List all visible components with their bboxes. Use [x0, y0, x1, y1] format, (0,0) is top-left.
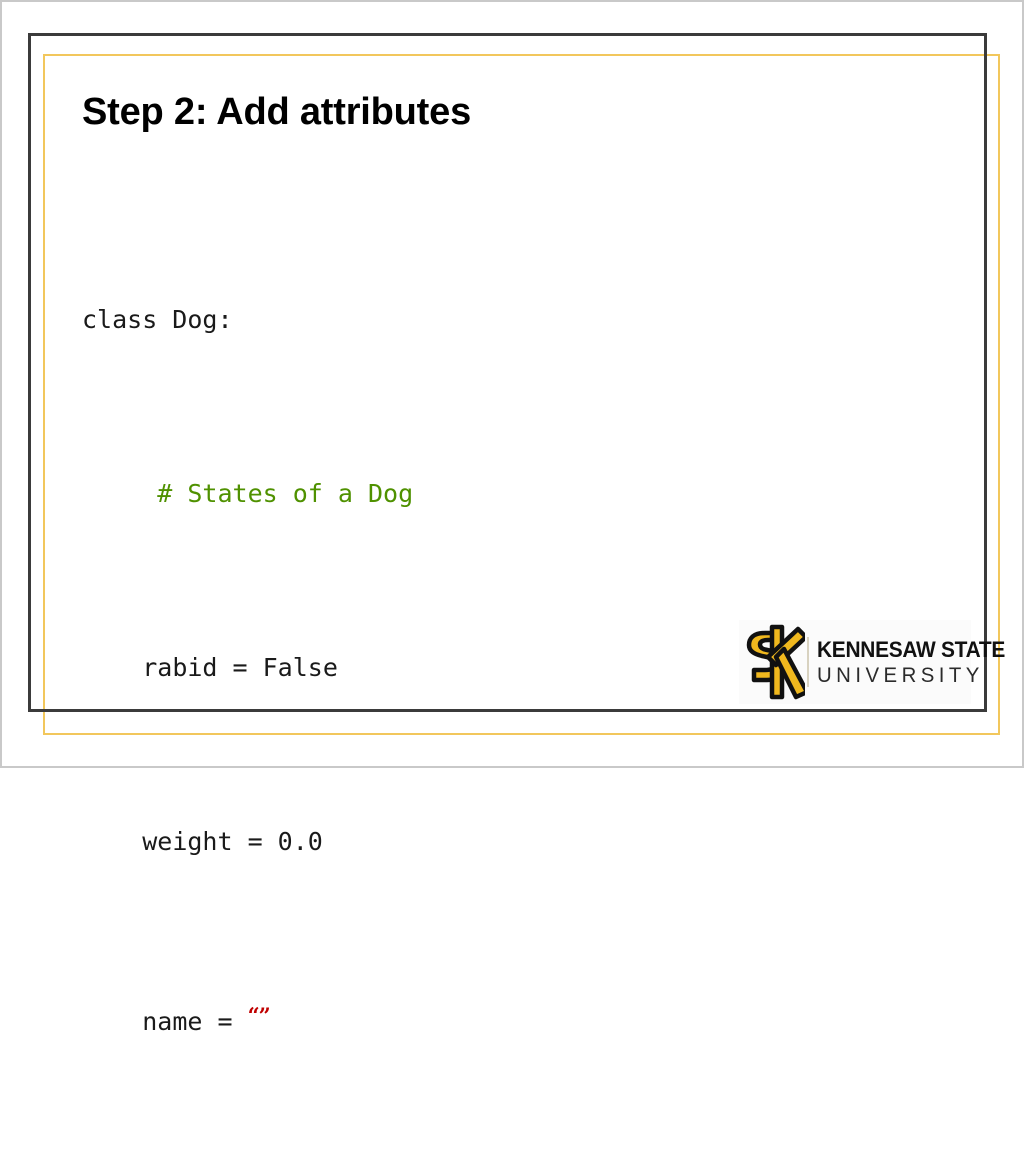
slide-content: Step 2: Add attributes class Dog: # Stat…: [2, 2, 1024, 1035]
logo-line-kennesaw-state: KENNESAW STATE: [817, 636, 1005, 662]
logo-line-university: UNIVERSITY: [817, 663, 984, 687]
slide-canvas: Step 2: Add attributes class Dog: # Stat…: [0, 0, 1024, 1036]
code-line: # States of a Dog: [82, 472, 413, 516]
code-line: rabid = False: [82, 646, 413, 690]
code-line: name = “”: [82, 994, 413, 1038]
logo-wordmark: KENNESAW STATE UNIVERSITY: [817, 636, 1015, 687]
ksu-monogram-icon: [739, 622, 810, 702]
page-title: Step 2: Add attributes: [82, 91, 471, 133]
kennesaw-state-university-logo: KENNESAW STATE UNIVERSITY: [739, 620, 1005, 704]
code-line: class Dog:: [82, 298, 413, 342]
code-string-literal: “”: [247, 1002, 271, 1028]
code-line: weight = 0.0: [82, 820, 413, 864]
logo-divider: [807, 637, 809, 687]
code-line-text: rabid = False: [142, 652, 338, 682]
code-line-text: weight = 0.0: [142, 826, 323, 856]
code-comment-text: # States of a Dog: [157, 478, 414, 508]
code-block: class Dog: # States of a Dog rabid = Fal…: [82, 167, 413, 1168]
code-line-text: name =: [142, 1006, 248, 1036]
code-line-text: class Dog:: [82, 304, 233, 334]
